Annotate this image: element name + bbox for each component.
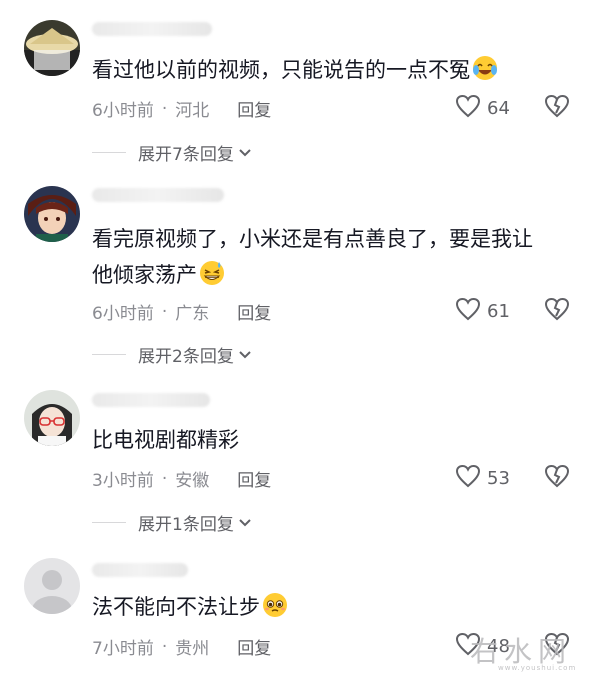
heart-icon — [455, 297, 481, 326]
comment-text: 看过他以前的视频，只能说告的一点不冤 — [92, 52, 576, 92]
broken-heart-icon — [544, 464, 570, 492]
expand-replies-label: 展开7条回复 — [138, 145, 234, 165]
comment-text-line: 他倾家荡产 — [92, 263, 197, 287]
comment-text: 比电视剧都精彩 — [92, 422, 576, 458]
chevron-down-icon — [238, 143, 252, 163]
like-button[interactable]: 64 — [455, 94, 510, 123]
reply-button[interactable]: 回复 — [237, 634, 271, 659]
separator-dot: · — [161, 301, 168, 322]
dislike-button[interactable] — [544, 464, 570, 492]
watermark-url: www.youshui.com — [498, 664, 577, 672]
chevron-down-icon — [238, 345, 252, 365]
username[interactable] — [92, 22, 212, 36]
expand-replies-label: 展开2条回复 — [138, 347, 234, 367]
pleading-face-emoji — [262, 592, 288, 629]
divider-line — [92, 522, 126, 523]
chevron-down-icon — [238, 513, 252, 533]
like-button[interactable]: 53 — [455, 464, 510, 493]
expand-replies-label: 展开1条回复 — [138, 515, 234, 535]
separator-dot: · — [161, 468, 168, 489]
like-count: 53 — [487, 468, 510, 489]
reply-button[interactable]: 回复 — [237, 299, 271, 324]
like-button[interactable]: 61 — [455, 297, 510, 326]
comment-meta: 7小时前 · 贵州 回复 — [92, 634, 271, 660]
dislike-button[interactable] — [544, 297, 570, 325]
divider-line — [92, 354, 126, 355]
avatar[interactable] — [24, 390, 80, 446]
avatar[interactable] — [24, 558, 80, 614]
laughing-tears-emoji — [472, 55, 498, 92]
username[interactable] — [92, 393, 210, 407]
comment-text-line: 看完原视频了，小米还是有点善良了，要是我让 — [92, 227, 533, 251]
timestamp: 6小时前 — [92, 304, 154, 324]
comment-text-content: 比电视剧都精彩 — [92, 428, 239, 452]
dislike-button[interactable] — [544, 94, 570, 122]
username[interactable] — [92, 563, 188, 577]
comment-meta: 6小时前 · 广东 回复 — [92, 299, 271, 325]
expand-replies-button[interactable]: 展开7条回复 — [92, 140, 252, 165]
broken-heart-icon — [544, 297, 570, 325]
comment-meta: 3小时前 · 安徽 回复 — [92, 466, 271, 492]
like-count: 61 — [487, 301, 510, 322]
reply-button[interactable]: 回复 — [237, 96, 271, 121]
expand-replies-button[interactable]: 展开2条回复 — [92, 342, 252, 367]
location: 广东 — [175, 304, 210, 324]
heart-icon — [455, 464, 481, 493]
avatar[interactable] — [24, 20, 80, 76]
comment-text: 法不能向不法让步 — [92, 589, 576, 629]
expand-replies-button[interactable]: 展开1条回复 — [92, 510, 252, 535]
like-count: 64 — [487, 98, 510, 119]
comment-text-content: 看过他以前的视频，只能说告的一点不冤 — [92, 58, 470, 82]
comment-text-content: 法不能向不法让步 — [92, 595, 260, 619]
username[interactable] — [92, 188, 224, 202]
avatar[interactable] — [24, 186, 80, 242]
timestamp: 6小时前 — [92, 101, 154, 121]
separator-dot: · — [161, 636, 168, 657]
reply-button[interactable]: 回复 — [237, 466, 271, 491]
sweat-grin-emoji — [199, 260, 225, 297]
separator-dot: · — [161, 98, 168, 119]
divider-line — [92, 152, 126, 153]
location: 河北 — [175, 101, 210, 121]
location: 贵州 — [175, 639, 210, 659]
timestamp: 7小时前 — [92, 639, 154, 659]
broken-heart-icon — [544, 94, 570, 122]
location: 安徽 — [175, 471, 210, 491]
heart-icon — [455, 94, 481, 123]
comment-text: 看完原视频了，小米还是有点善良了，要是我让 他倾家荡产 — [92, 221, 576, 297]
comment-meta: 6小时前 · 河北 回复 — [92, 96, 271, 122]
timestamp: 3小时前 — [92, 471, 154, 491]
